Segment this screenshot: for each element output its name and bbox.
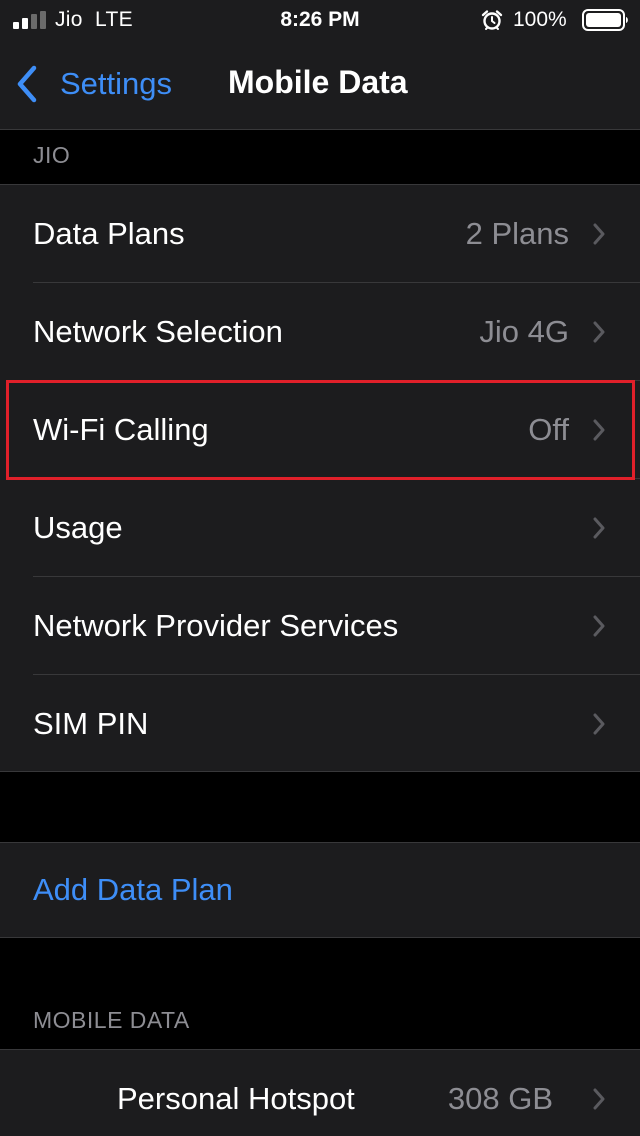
sim-pin-label: SIM PIN xyxy=(33,706,149,741)
wifi-calling-value: Off xyxy=(528,412,569,447)
network-selection-row[interactable]: Network Selection Jio 4G xyxy=(0,283,640,381)
personal-hotspot-label: Personal Hotspot xyxy=(117,1081,355,1116)
chevron-right-icon xyxy=(593,419,605,441)
wifi-calling-row[interactable]: Wi-Fi Calling Off xyxy=(0,381,640,479)
carrier-settings-group: Data Plans 2 Plans Network Selection Jio… xyxy=(0,184,640,772)
wifi-calling-label: Wi-Fi Calling xyxy=(33,412,209,447)
chevron-right-icon xyxy=(593,713,605,735)
navigation-bar: Settings Mobile Data xyxy=(0,40,640,130)
mobile-data-group: Personal Hotspot 308 GB xyxy=(0,1049,640,1136)
chevron-right-icon xyxy=(593,1088,605,1110)
network-provider-services-row[interactable]: Network Provider Services xyxy=(0,577,640,675)
add-plan-group: Add Data Plan xyxy=(0,842,640,938)
add-data-plan-button[interactable]: Add Data Plan xyxy=(0,843,640,937)
chevron-right-icon xyxy=(593,615,605,637)
back-button[interactable]: Settings xyxy=(14,60,172,108)
add-data-plan-label: Add Data Plan xyxy=(33,872,233,907)
status-bar: Jio LTE 8:26 PM 100% xyxy=(0,0,640,40)
personal-hotspot-row[interactable]: Personal Hotspot 308 GB xyxy=(0,1050,640,1136)
battery-percentage: 100% xyxy=(513,8,567,31)
chevron-right-icon xyxy=(593,517,605,539)
chevron-left-icon xyxy=(17,65,37,103)
mobile-data-screen: Jio LTE 8:26 PM 100% Settings Mobile Dat… xyxy=(0,0,640,1136)
personal-hotspot-value: 308 GB xyxy=(447,1081,553,1116)
usage-label: Usage xyxy=(33,510,123,545)
data-plans-value: 2 Plans xyxy=(465,216,569,251)
chevron-right-icon xyxy=(593,223,605,245)
section-header-jio: JIO xyxy=(33,142,71,168)
sim-pin-row[interactable]: SIM PIN xyxy=(0,675,640,773)
network-selection-label: Network Selection xyxy=(33,314,283,349)
battery-icon xyxy=(582,9,628,31)
section-header-mobile-data: MOBILE DATA xyxy=(33,1007,190,1033)
network-selection-value: Jio 4G xyxy=(479,314,569,349)
data-plans-row[interactable]: Data Plans 2 Plans xyxy=(0,185,640,283)
chevron-right-icon xyxy=(593,321,605,343)
network-provider-services-label: Network Provider Services xyxy=(33,608,399,643)
usage-row[interactable]: Usage xyxy=(0,479,640,577)
data-plans-label: Data Plans xyxy=(33,216,185,251)
back-button-label: Settings xyxy=(60,66,173,101)
alarm-clock-icon xyxy=(481,10,503,30)
page-title: Mobile Data xyxy=(228,64,408,100)
